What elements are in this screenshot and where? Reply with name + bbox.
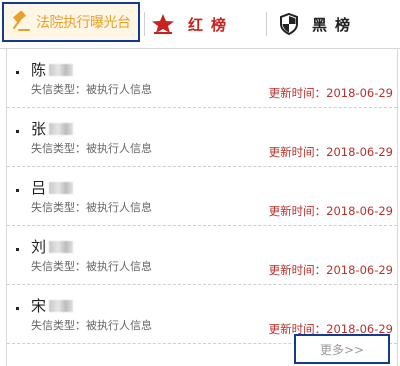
list-item[interactable]: 张 失信类型：被执行人信息 更新时间：2018-06-29 <box>7 108 397 167</box>
redacted-name <box>49 63 74 76</box>
person-name: 陈 <box>31 59 74 80</box>
updated-time: 更新时间：2018-06-29 <box>268 145 393 159</box>
tab-exposure[interactable]: 法院执行曝光台 <box>2 2 140 42</box>
bullet <box>16 130 19 133</box>
person-name: 宋 <box>31 295 74 316</box>
tab-red-list[interactable]: 红榜 <box>150 0 260 48</box>
gavel-icon <box>10 11 32 33</box>
surname: 陈 <box>31 61 47 79</box>
list-item[interactable]: 吕 失信类型：被执行人信息 更新时间：2018-06-29 <box>7 167 397 226</box>
page: 法院执行曝光台 红榜 黑榜 陈 失信类型：被执行人信息 更新时间：2018-06… <box>0 0 400 366</box>
more-button[interactable]: 更多>> <box>294 334 390 364</box>
updated-time: 更新时间：2018-06-29 <box>268 263 393 277</box>
surname: 宋 <box>31 297 47 315</box>
redacted-name <box>49 122 74 135</box>
surname: 张 <box>31 120 47 138</box>
redacted-name <box>49 240 74 253</box>
type-label: 失信类型：被执行人信息 <box>31 142 152 155</box>
person-name: 刘 <box>31 236 74 257</box>
type-label: 失信类型：被执行人信息 <box>31 201 152 214</box>
bullet <box>16 71 19 74</box>
person-name: 吕 <box>31 177 74 198</box>
surname: 刘 <box>31 238 47 256</box>
type-label: 失信类型：被执行人信息 <box>31 319 152 332</box>
list-item[interactable]: 刘 失信类型：被执行人信息 更新时间：2018-06-29 <box>7 226 397 285</box>
bullet <box>16 307 19 310</box>
bullet <box>16 248 19 251</box>
shield-icon <box>278 12 300 36</box>
person-name: 张 <box>31 118 74 139</box>
tab-black-list[interactable]: 黑榜 <box>278 0 398 48</box>
updated-time: 更新时间：2018-06-29 <box>268 204 393 218</box>
tab-bar: 法院执行曝光台 红榜 黑榜 <box>0 0 400 49</box>
tab-exposure-label: 法院执行曝光台 <box>36 15 131 31</box>
tab-red-label: 红榜 <box>188 15 235 34</box>
list-item[interactable]: 陈 失信类型：被执行人信息 更新时间：2018-06-29 <box>7 49 397 108</box>
redacted-name <box>49 181 74 194</box>
updated-time: 更新时间：2018-06-29 <box>268 86 393 100</box>
type-label: 失信类型：被执行人信息 <box>31 260 152 273</box>
star-icon <box>150 12 176 36</box>
surname: 吕 <box>31 179 47 197</box>
tab-divider <box>266 12 267 36</box>
bullet <box>16 189 19 192</box>
list: 陈 失信类型：被执行人信息 更新时间：2018-06-29 张 失信类型：被执行… <box>6 49 398 366</box>
redacted-name <box>49 299 74 312</box>
tab-black-label: 黑榜 <box>312 15 359 34</box>
type-label: 失信类型：被执行人信息 <box>31 83 152 96</box>
tab-divider <box>144 12 145 36</box>
